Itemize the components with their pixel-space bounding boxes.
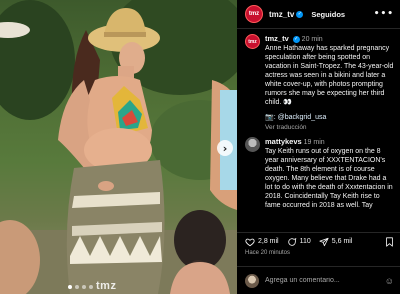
carousel-dot xyxy=(89,285,93,289)
like-action[interactable]: 2,8 mil xyxy=(245,237,279,247)
author-avatar[interactable]: tmz xyxy=(245,5,263,23)
carousel-dot-active xyxy=(68,285,72,289)
comment-text: Tay Keith runs out of oxygen on the 8 ye… xyxy=(265,148,393,209)
post-header: tmz tmz_tv ✓ Seguidos ••• xyxy=(237,0,400,29)
commenter-avatar[interactable] xyxy=(245,137,260,152)
post-timestamp: Hace 20 minutos xyxy=(245,250,291,256)
camera-emoji: 📷: xyxy=(265,114,278,121)
share-icon[interactable] xyxy=(319,237,329,247)
commenter-username[interactable]: mattykevs xyxy=(265,137,302,146)
emoji-icon[interactable]: ☺ xyxy=(385,276,394,286)
tmz-watermark: tmz xyxy=(96,280,117,292)
caption-time: 20 min xyxy=(301,36,323,43)
see-translation-link[interactable]: Ver traducción xyxy=(265,124,394,131)
post-side-panel: tmz tmz_tv ✓ Seguidos ••• tmz tmz_tv ✓ 2… xyxy=(237,0,400,294)
verified-badge-icon: ✓ xyxy=(292,35,300,43)
carousel-dot xyxy=(82,285,86,289)
next-photo-button[interactable]: › xyxy=(217,140,233,156)
comments-list[interactable]: tmz tmz_tv ✓ 20 min Anne Hathaway has sp… xyxy=(237,30,400,230)
carousel-dot xyxy=(75,285,79,289)
verified-badge-icon: ✓ xyxy=(296,10,304,18)
caption-text: Anne Hathaway has sparked pregnancy spec… xyxy=(265,45,394,106)
comment-item: mattykevs 19 min Tay Keith runs out of o… xyxy=(245,137,394,210)
like-count: 2,8 mil xyxy=(258,238,279,245)
action-bar: 2,8 mil 110 5,6 mil xyxy=(237,232,400,250)
following-button[interactable]: Seguidos xyxy=(311,10,345,19)
comment-action[interactable]: 110 xyxy=(287,237,311,247)
comment-time: 19 min xyxy=(303,139,325,146)
heart-icon[interactable] xyxy=(245,237,255,247)
comment-count: 110 xyxy=(299,238,311,245)
comment-input[interactable] xyxy=(265,277,379,284)
carousel-indicator xyxy=(68,285,93,289)
caption-username[interactable]: tmz_tv xyxy=(265,34,289,43)
bookmark-icon[interactable] xyxy=(385,236,394,247)
caption-item: tmz tmz_tv ✓ 20 min Anne Hathaway has sp… xyxy=(245,34,394,131)
caption-avatar[interactable]: tmz xyxy=(245,34,260,49)
author-username[interactable]: tmz_tv xyxy=(269,10,294,19)
photo-credit: 📷: @backgrid_usa xyxy=(265,113,394,121)
credit-mention-link[interactable]: @backgrid_usa xyxy=(278,114,327,121)
photo-illustration xyxy=(0,0,237,294)
comment-composer: ☺ xyxy=(237,266,400,294)
post-photo[interactable]: › tmz xyxy=(0,0,237,294)
share-count: 5,6 mil xyxy=(331,238,353,245)
current-user-avatar xyxy=(245,273,259,288)
comment-icon[interactable] xyxy=(287,237,297,247)
share-action[interactable]: 5,6 mil xyxy=(319,237,353,247)
more-options-icon[interactable]: ••• xyxy=(374,9,394,19)
